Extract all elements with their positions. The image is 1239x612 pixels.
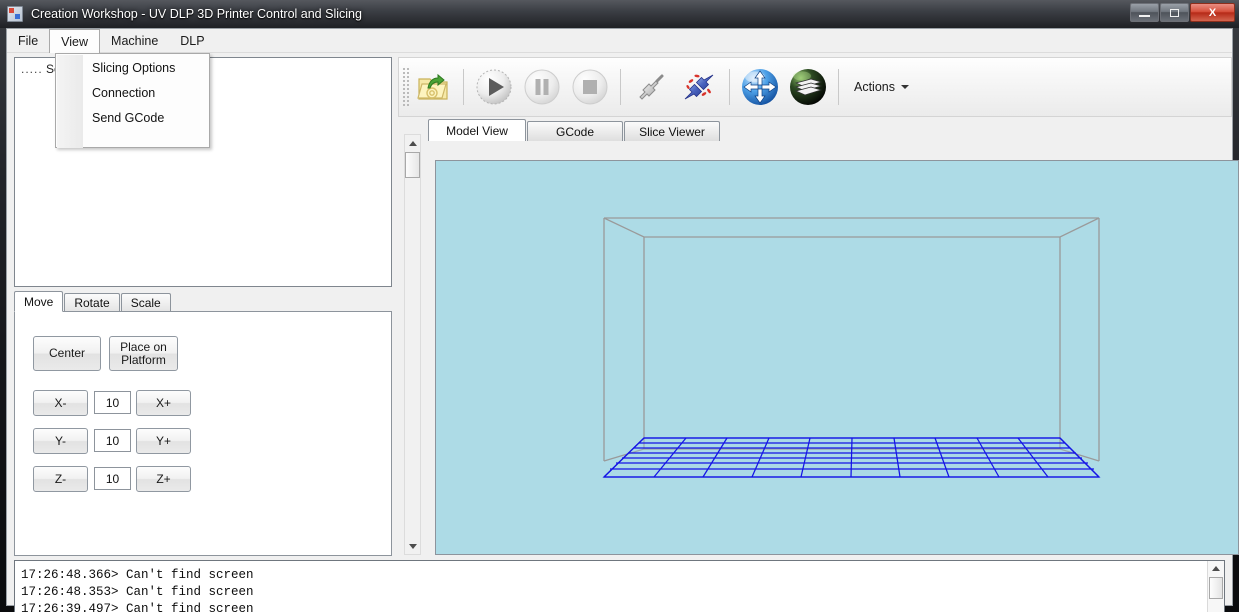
tab-move[interactable]: Move (14, 291, 64, 312)
caret-up-icon (1212, 566, 1220, 571)
toolbar-separator-4 (838, 69, 839, 105)
transform-tabstrip: Move Rotate Scale (14, 291, 392, 312)
slice-button[interactable] (785, 64, 831, 110)
z-step-input[interactable]: 10 (94, 467, 131, 490)
close-icon: X (1208, 6, 1217, 19)
tree-indent-dots: ..... (21, 62, 43, 76)
disconnect-icon (684, 74, 714, 100)
place-on-platform-button[interactable]: Place on Platform (109, 336, 178, 371)
y-minus-button[interactable]: Y- (33, 428, 88, 454)
pause-print-button[interactable] (519, 64, 565, 110)
log-scroll-up-button[interactable] (1208, 561, 1224, 576)
z-plus-button[interactable]: Z+ (136, 466, 191, 492)
x-step-input[interactable]: 10 (94, 391, 131, 414)
menu-machine[interactable]: Machine (100, 29, 169, 52)
scroll-up-button[interactable] (405, 135, 420, 151)
tab-slice-viewer[interactable]: Slice Viewer (624, 121, 720, 141)
move-view-icon (742, 69, 778, 105)
slice-icon (790, 69, 826, 105)
close-button[interactable]: X (1190, 3, 1235, 22)
move-tab-body: Center Place on Platform X- 10 X+ Y- 10 … (14, 311, 392, 556)
application-window: Creation Workshop - UV DLP 3D Printer Co… (0, 0, 1239, 612)
toolbar-grip[interactable] (401, 66, 409, 108)
log-line-1: 17:26:48.366> Can't find screen (21, 568, 254, 582)
view-tabstrip: Model View GCode Slice Viewer (428, 119, 1232, 141)
log-line-2: 17:26:48.353> Can't find screen (21, 585, 254, 599)
transform-panel: Move Rotate Scale Center Place on Platfo… (14, 291, 392, 556)
log-vertical-scrollbar[interactable] (1207, 561, 1224, 612)
menu-item-send-gcode[interactable]: Send GCode (56, 107, 209, 129)
toolbar-separator-1 (463, 69, 464, 105)
maximize-button[interactable] (1160, 3, 1189, 22)
open-file-button[interactable] (410, 64, 456, 110)
pause-icon (524, 69, 560, 105)
chevron-down-icon (901, 85, 909, 89)
menu-bar: File View Machine DLP (7, 29, 1232, 53)
tab-rotate[interactable]: Rotate (64, 293, 120, 312)
toolbar-separator-2 (620, 69, 621, 105)
x-minus-button[interactable]: X- (33, 390, 88, 416)
scroll-down-button[interactable] (405, 538, 420, 554)
title-bar: Creation Workshop - UV DLP 3D Printer Co… (0, 0, 1239, 28)
actions-dropdown-button[interactable]: Actions (845, 70, 918, 104)
menu-file[interactable]: File (7, 29, 49, 52)
menu-dlp[interactable]: DLP (169, 29, 215, 52)
tab-gcode[interactable]: GCode (527, 121, 623, 141)
maximize-icon (1170, 8, 1179, 17)
axis-row-z: Z- 10 Z+ (15, 466, 393, 492)
center-button[interactable]: Center (33, 336, 101, 371)
stop-print-button[interactable] (567, 64, 613, 110)
y-step-input[interactable]: 10 (94, 429, 131, 452)
log-scrollbar-thumb[interactable] (1209, 577, 1223, 599)
caret-down-icon (408, 543, 417, 549)
y-plus-button[interactable]: Y+ (136, 428, 191, 454)
console-log-panel[interactable]: 17:26:48.366> Can't find screen 17:26:48… (14, 560, 1225, 612)
caret-up-icon (408, 140, 417, 146)
play-icon (476, 69, 512, 105)
x-plus-button[interactable]: X+ (136, 390, 191, 416)
menu-item-connection[interactable]: Connection (56, 82, 209, 104)
connect-button[interactable] (628, 64, 674, 110)
menu-view[interactable]: View (49, 29, 101, 53)
axis-row-x: X- 10 X+ (15, 390, 393, 416)
build-volume-scene (602, 217, 1101, 478)
menu-item-slicing-options[interactable]: Slicing Options (56, 57, 209, 79)
toolbar-separator-3 (729, 69, 730, 105)
connect-icon (639, 74, 664, 100)
viewport-vertical-scrollbar[interactable] (404, 134, 421, 555)
open-file-icon (417, 73, 448, 100)
log-line-3: 17:26:39.497> Can't find screen (21, 602, 254, 612)
stop-icon (572, 69, 608, 105)
scrollbar-thumb[interactable] (405, 152, 420, 178)
disconnect-button[interactable] (676, 64, 722, 110)
platform-grid (602, 437, 1101, 478)
build-volume-wireframe (603, 217, 1100, 462)
client-area: File View Machine DLP ..... Sc Slicing O… (6, 28, 1239, 612)
actions-label: Actions (854, 80, 895, 94)
main-toolbar: Actions (398, 57, 1232, 117)
model-viewport[interactable] (435, 160, 1239, 555)
tab-scale[interactable]: Scale (120, 293, 171, 312)
minimize-button[interactable] (1130, 3, 1159, 22)
axis-row-y: Y- 10 Y+ (15, 428, 393, 454)
minimize-icon (1139, 14, 1150, 17)
z-minus-button[interactable]: Z- (33, 466, 88, 492)
tab-model-view[interactable]: Model View (428, 119, 526, 141)
move-view-button[interactable] (737, 64, 783, 110)
window-title: Creation Workshop - UV DLP 3D Printer Co… (31, 7, 362, 21)
app-icon (7, 6, 23, 22)
right-pane: Actions Model View GCode Slice Viewer (398, 57, 1239, 556)
view-dropdown-menu[interactable]: Slicing Options Connection Send GCode (55, 53, 210, 148)
start-print-button[interactable] (471, 64, 517, 110)
window-controls: X (1130, 3, 1235, 22)
